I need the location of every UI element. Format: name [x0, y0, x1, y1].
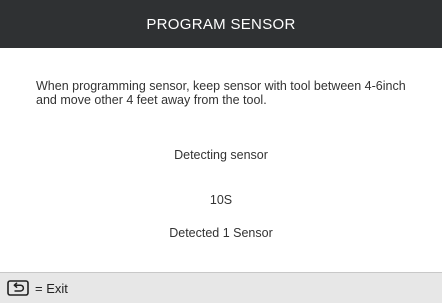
status-text: Detecting sensor: [174, 148, 268, 162]
instructions-text: When programming sensor, keep sensor wit…: [36, 79, 406, 107]
main-panel: When programming sensor, keep sensor wit…: [0, 48, 442, 272]
countdown-timer: 10S: [209, 193, 233, 207]
exit-button[interactable]: = Exit: [7, 277, 68, 299]
back-icon: [7, 280, 29, 296]
footer-bar: = Exit: [0, 272, 442, 303]
result-text: Detected 1 Sensor: [169, 226, 273, 240]
exit-label: = Exit: [35, 280, 68, 296]
title-bar: PROGRAM SENSOR: [0, 0, 442, 48]
page-title: PROGRAM SENSOR: [146, 15, 296, 33]
